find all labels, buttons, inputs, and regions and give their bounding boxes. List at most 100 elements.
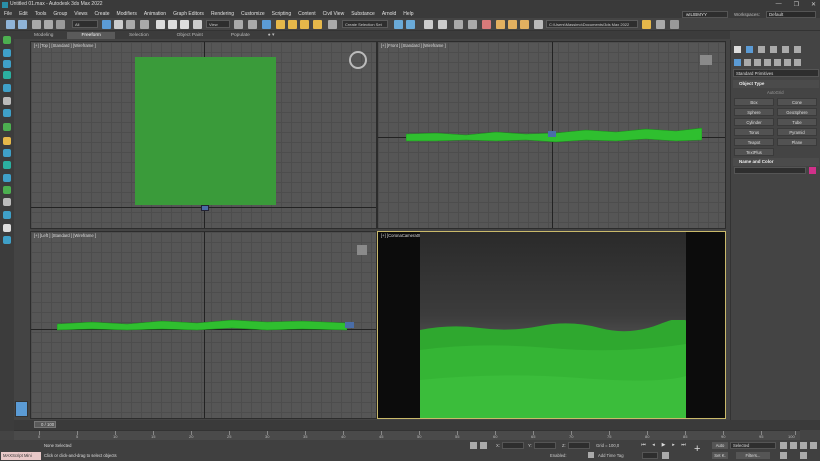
bind-space-warp-icon[interactable] [56,20,65,29]
mirror-icon[interactable] [394,20,403,29]
torus-button[interactable]: Torus [734,128,774,136]
viewport-left-label[interactable]: [+] [Left ] [Standard ] [Wireframe ] [34,233,96,238]
cylinder-button[interactable]: Cylinder [734,118,774,126]
ribbon-toggle-icon[interactable]: ● ▾ [264,32,279,39]
viewport-top[interactable]: [+] [Top ] [Standard ] [Wireframe ] [30,41,377,229]
menu-content[interactable]: Content [298,11,316,17]
menu-animation[interactable]: Animation [144,11,166,17]
go-to-end-icon[interactable]: ⏭ [680,442,687,449]
shapes-icon[interactable] [744,59,751,66]
minimize-button[interactable]: — [776,1,782,8]
material-editor-icon[interactable] [482,20,491,29]
menu-modifiers[interactable]: Modifiers [117,11,137,17]
menu-rendering[interactable]: Rendering [211,11,234,17]
align-icon[interactable] [406,20,415,29]
selection-filter-dropdown[interactable]: All [72,20,98,28]
time-config-icon[interactable] [662,452,669,459]
autogrid-checkbox[interactable]: AutoGrid [767,90,784,95]
tab-freeform[interactable]: Freeform [67,31,115,39]
keyboard-shortcut-override-icon[interactable] [262,20,271,29]
asset-tracking-icon[interactable] [656,20,665,29]
cameras-icon[interactable] [764,59,771,66]
menu-group[interactable]: Group [53,11,67,17]
viewcube-icon[interactable] [349,51,367,69]
track-bar[interactable]: 0 5 10 15 20 25 30 35 40 45 50 55 60 65 … [14,430,800,440]
time-slider[interactable]: 0 / 100 [14,420,820,430]
terrain-wireframe[interactable] [57,318,347,334]
reference-coordinate-dropdown[interactable]: View [206,20,230,28]
frame-input[interactable] [642,452,658,459]
project-folder-icon[interactable] [642,20,651,29]
redo-icon[interactable] [18,20,27,29]
tab-populate[interactable]: Populate [217,32,264,39]
systems-icon[interactable] [794,59,801,66]
terrain-shaded[interactable] [420,320,686,418]
name-and-color-rollout[interactable]: Name and Color [733,158,819,166]
create-icon[interactable] [3,36,11,44]
lights-icon[interactable] [754,59,761,66]
box-button[interactable]: Box [734,98,774,106]
edit-named-selection-icon[interactable] [328,20,337,29]
lock-selection-icon[interactable] [480,442,487,449]
menu-file[interactable]: File [4,11,12,17]
menu-customize[interactable]: Customize [241,11,265,17]
render-in-cloud-icon[interactable] [534,20,543,29]
menu-scripting[interactable]: Scripting [272,11,291,17]
key-filters-button[interactable]: Filters... [736,452,770,459]
maximize-button[interactable]: ❐ [794,1,799,8]
unlink-icon[interactable] [44,20,53,29]
menu-help[interactable]: Help [403,11,413,17]
named-selection-set-dropdown[interactable]: Create Selection Set [342,20,388,28]
user-account-dropdown[interactable]: wILtBMYY [682,10,728,18]
close-button[interactable]: ✕ [811,1,816,8]
render-production-icon[interactable] [520,20,529,29]
menu-edit[interactable]: Edit [19,11,28,17]
rotate-icon[interactable] [168,20,177,29]
walkthrough-icon[interactable] [3,236,11,244]
schematic-view-icon[interactable] [468,20,477,29]
field-of-view-icon[interactable] [780,452,787,459]
particles-icon[interactable] [3,198,11,206]
geosphere-button[interactable]: GeoSphere [777,108,817,116]
create-tab-icon[interactable] [734,46,741,53]
scale-icon[interactable] [180,20,189,29]
viewport-camera[interactable]: [+] [CoronaCamera001 ] [Standard ] [Defa… [377,231,726,419]
rectangular-selection-icon[interactable] [126,20,135,29]
motion-icon[interactable] [3,71,11,79]
viewport-left[interactable]: [+] [Left ] [Standard ] [Wireframe ] [30,231,377,419]
motion-tab-icon[interactable] [770,46,777,53]
camera-gizmo-icon[interactable] [345,322,354,328]
move-icon[interactable] [156,20,165,29]
pivot-center-icon[interactable] [234,20,243,29]
select-object-icon[interactable] [102,20,111,29]
viewport-layout-icon[interactable] [15,401,28,417]
pyramid-button[interactable]: Pyramid [777,128,817,136]
set-key-icon[interactable]: + [694,442,706,456]
tube-button[interactable]: Tube [777,118,817,126]
add-time-tag[interactable]: Add Time Tag [598,453,624,458]
menu-create[interactable]: Create [95,11,110,17]
zoom-icon[interactable] [780,442,787,449]
hierarchy-tab-icon[interactable] [758,46,765,53]
angle-snap-icon[interactable] [288,20,297,29]
object-type-rollout[interactable]: Object Type [733,80,819,88]
plane-button[interactable]: Plane [777,138,817,146]
tab-modeling[interactable]: Modeling [20,32,67,39]
camera-icon[interactable] [3,149,11,157]
auto-key-button[interactable]: Auto [712,442,728,449]
freeform-icon[interactable] [3,224,11,232]
modify-tab-icon[interactable] [746,46,753,53]
systems-icon[interactable] [3,186,11,194]
render-setup-icon[interactable] [496,20,505,29]
undo-icon[interactable] [6,20,15,29]
set-key-button[interactable]: Set K. [712,452,728,459]
percent-snap-icon[interactable] [300,20,309,29]
add-time-tag-icon[interactable] [588,452,594,458]
window-crossing-icon[interactable] [140,20,149,29]
utilities-tab-icon[interactable] [794,46,801,53]
viewport-front[interactable]: [+] [Front ] [Standard ] [Wireframe ] [377,41,726,229]
teapot-button[interactable]: Teapot [734,138,774,146]
viewport-front-label[interactable]: [+] [Front ] [Standard ] [Wireframe ] [381,43,446,48]
cone-button[interactable]: Cone [777,98,817,106]
sphere-button[interactable]: Sphere [734,108,774,116]
